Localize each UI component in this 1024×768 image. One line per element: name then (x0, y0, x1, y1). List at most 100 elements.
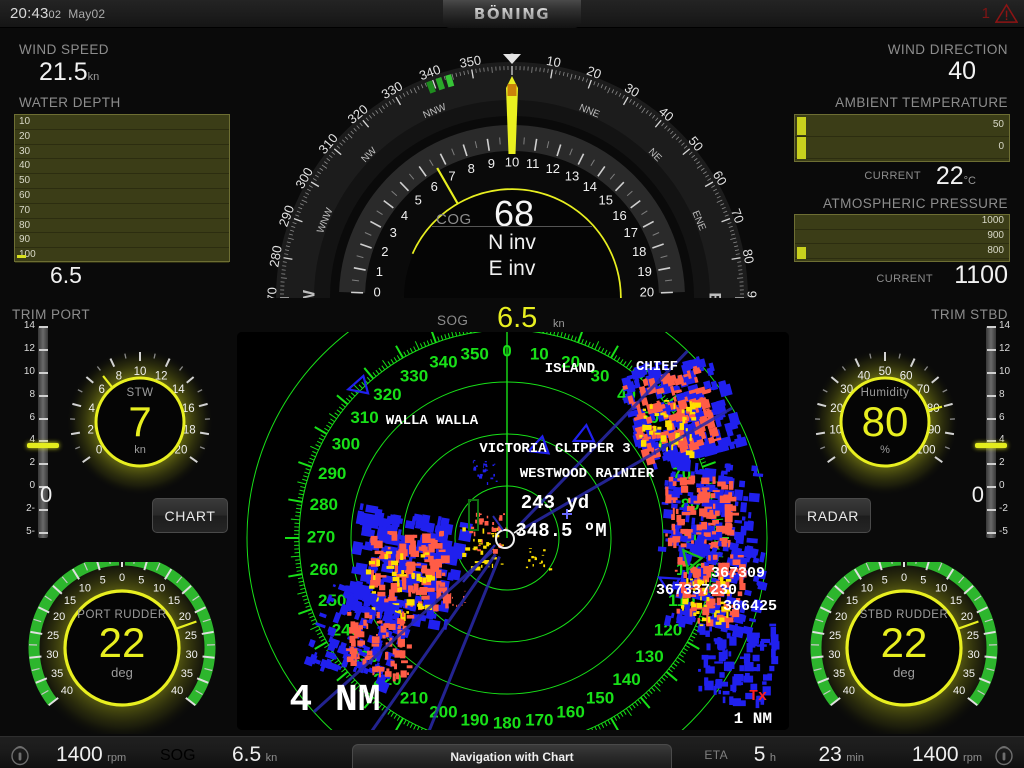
svg-text:243 yd: 243 yd (521, 492, 589, 514)
svg-text:35: 35 (51, 668, 63, 680)
depth-scale-row: 100 (15, 248, 229, 263)
svg-text:40: 40 (171, 685, 183, 697)
depth-scale-label: 40 (19, 160, 31, 172)
ambient-temperature-value: 22 (935, 162, 964, 190)
port-rpm-value: 1400 (56, 743, 103, 766)
trim-knob[interactable] (975, 443, 1007, 448)
trim-tick (987, 509, 996, 512)
top-bar: 20:4302 May02 BÖNING 1 (0, 0, 1024, 28)
svg-text:367337230: 367337230 (656, 582, 737, 599)
wind-speed-unit: kn (87, 71, 100, 83)
depth-scale-row: 50 (15, 174, 229, 189)
sog-mid-value: 6.5 (497, 302, 538, 334)
depth-cursor (17, 255, 26, 258)
svg-text:10: 10 (545, 53, 562, 70)
svg-text:0: 0 (373, 285, 380, 298)
svg-text:20: 20 (835, 611, 847, 623)
svg-text:10: 10 (505, 154, 519, 169)
alarm-count: 1 (981, 5, 990, 22)
svg-text:25: 25 (967, 630, 979, 642)
brand-label: BÖNING (473, 5, 551, 23)
port-rudder-gauge[interactable]: 40 35 30 25 20 15 10 5 0 5 10 15 20 25 30 35 40 (16, 562, 228, 734)
svg-text:1: 1 (376, 264, 383, 279)
trim-tick-label: 14 (23, 320, 35, 331)
eta-min-group: 23 min (818, 743, 864, 767)
svg-text:160: 160 (556, 702, 584, 721)
trim-tick-label: -2 (999, 503, 1008, 515)
svg-text:290: 290 (318, 464, 346, 483)
stw-gauge[interactable]: 0 2 4 6 8 10 12 14 16 18 20 (60, 340, 220, 495)
svg-text:19: 19 (637, 264, 651, 279)
nav-mode-tab[interactable]: Navigation with Chart (352, 744, 672, 768)
radar-button[interactable]: RADAR (795, 498, 871, 533)
chart-button-label: CHART (164, 507, 216, 524)
trim-tick-label: 10 (23, 365, 35, 377)
svg-text:130: 130 (635, 647, 663, 666)
trim-tick (987, 326, 996, 328)
bar-scale-row: 800 (795, 244, 1009, 259)
svg-text:Tx: Tx (749, 688, 767, 705)
svg-text:170: 170 (525, 711, 553, 730)
svg-text:10: 10 (153, 583, 165, 595)
svg-text:10: 10 (861, 583, 873, 595)
sog-bottom-value: 6.5 (232, 743, 262, 766)
depth-scale-row: 20 (15, 130, 229, 145)
humidity-gauge[interactable]: 0102030405060708090100 (805, 340, 965, 495)
svg-text:50: 50 (879, 366, 892, 378)
bar-scale-label: 1000 (981, 215, 1004, 227)
depth-scale-row: 40 (15, 159, 229, 175)
svg-text:35: 35 (963, 668, 975, 680)
svg-text:140: 140 (612, 670, 640, 689)
svg-text:260: 260 (310, 560, 338, 579)
svg-text:35: 35 (181, 668, 193, 680)
depth-scale-label: 20 (19, 130, 31, 142)
atmospheric-pressure-label: ATMOSPHERIC PRESSURE (822, 196, 1008, 211)
svg-text:366425: 366425 (723, 598, 777, 615)
svg-text:6: 6 (98, 384, 104, 396)
trim-slider-track[interactable] (986, 326, 996, 538)
svg-text:15: 15 (846, 595, 858, 607)
svg-text:10: 10 (935, 583, 947, 595)
compass-gauge[interactable]: 0102030405060708090350340330320310300290… (256, 26, 768, 298)
trim-tick (39, 463, 48, 466)
depth-scale-row: 30 (15, 145, 229, 160)
trim-tick (987, 417, 996, 420)
depth-scale-row: 70 (15, 204, 229, 219)
port-rpm-unit: rpm (107, 752, 127, 764)
svg-text:17: 17 (624, 225, 638, 240)
trim-tick (987, 348, 996, 351)
svg-text:2: 2 (88, 425, 94, 437)
svg-text:0: 0 (119, 572, 125, 584)
trim-tick-label: 6 (999, 411, 1005, 423)
trim-tick-label: 2 (29, 457, 35, 469)
ambient-temperature-label: AMBIENT TEMPERATURE (835, 95, 1008, 110)
svg-text:CHIEF: CHIEF (636, 359, 678, 375)
svg-text:310: 310 (350, 408, 378, 427)
nav-mode-label: Navigation with Chart (450, 749, 574, 764)
trim-tick-label: 8 (999, 388, 1005, 400)
trim-tick-label: 0 (29, 480, 35, 492)
alarm-indicator[interactable]: 1 (982, 3, 1018, 24)
radar-display[interactable]: 0102030405060708090100110120130140150160… (237, 332, 789, 730)
svg-text:4 NM: 4 NM (289, 679, 380, 722)
stbd-rudder-gauge[interactable]: 40 35 30 25 20 15 10 5 0 5 10 15 20 25 30 35 40 (798, 562, 1010, 734)
sog-mid-unit: kn (553, 318, 565, 330)
svg-text:10: 10 (134, 366, 147, 378)
trim-knob[interactable] (27, 443, 59, 448)
svg-text:330: 330 (400, 366, 428, 385)
svg-text:3: 3 (390, 225, 397, 240)
wind-speed-value: 21.5 (39, 58, 88, 86)
svg-text:4: 4 (89, 403, 96, 415)
svg-text:0: 0 (901, 572, 907, 584)
svg-text:0: 0 (96, 445, 102, 457)
ambient-current-label: CURRENT (864, 170, 921, 182)
trim-tick (39, 532, 48, 534)
water-depth-label: WATER DEPTH (19, 95, 121, 110)
svg-text:30: 30 (185, 649, 197, 661)
trim-tick-label: -5 (999, 526, 1008, 537)
wind-speed-value-group: 21.5kn (39, 58, 99, 87)
svg-text:13: 13 (565, 169, 579, 184)
chart-button[interactable]: CHART (152, 498, 228, 533)
svg-text:20: 20 (640, 285, 654, 298)
svg-text:VICTORIA CLIPPER 3: VICTORIA CLIPPER 3 (479, 441, 630, 457)
